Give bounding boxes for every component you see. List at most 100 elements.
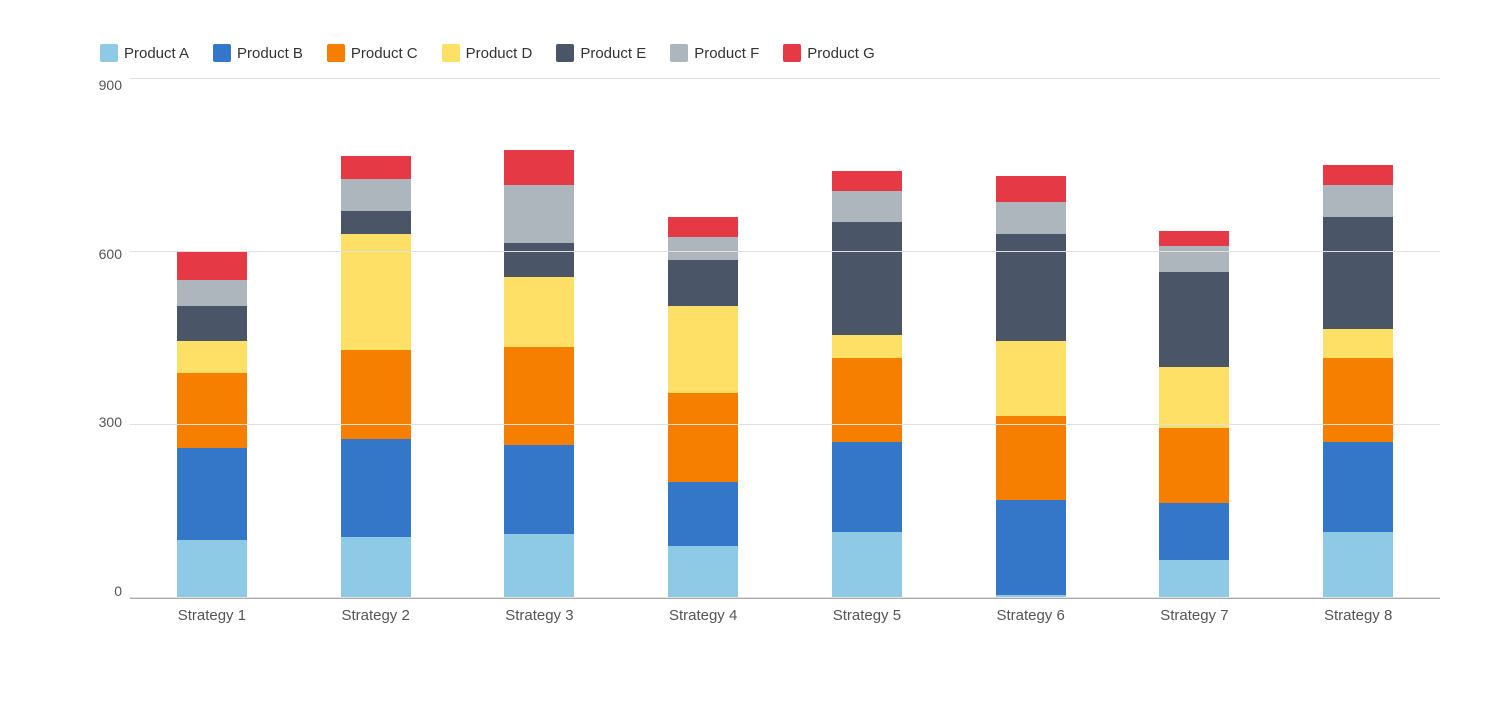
bar-segment-productG (504, 150, 574, 185)
x-labels: Strategy 1Strategy 2Strategy 3Strategy 4… (130, 607, 1440, 624)
bar-segment-productD (177, 341, 247, 373)
bar-segment-productD (668, 306, 738, 393)
bar-segment-productE (668, 260, 738, 306)
legend-label: Product C (351, 45, 418, 62)
bar-segment-productG (1323, 165, 1393, 185)
bar-segment-productE (1323, 217, 1393, 330)
legend-swatch (327, 44, 345, 62)
bar-segment-productA (504, 534, 574, 598)
bar-segment-productE (832, 222, 902, 335)
x-label-1: Strategy 1 (130, 607, 294, 624)
bar-segment-productE (341, 211, 411, 234)
y-tick: 600 (90, 247, 130, 261)
chart-container: Product A Product B Product C Product D … (20, 12, 1480, 712)
x-label-2: Strategy 2 (294, 607, 458, 624)
bar-segment-productE (1159, 272, 1229, 367)
bar-segment-productA (177, 540, 247, 598)
bar-segment-productA (832, 532, 902, 598)
legend-swatch (213, 44, 231, 62)
stacked-bar (1323, 165, 1393, 598)
bar-segment-productG (832, 171, 902, 191)
legend-swatch (442, 44, 460, 62)
bar-segment-productG (177, 251, 247, 280)
bar-segment-productD (832, 335, 902, 358)
bar-segment-productD (1159, 367, 1229, 428)
bar-segment-productD (341, 234, 411, 350)
y-axis: 0 300 600 900 (90, 78, 130, 598)
bar-segment-productF (1159, 246, 1229, 272)
legend-label: Product F (694, 45, 759, 62)
bar-segment-productB (668, 482, 738, 546)
legend: Product A Product B Product C Product D … (90, 44, 1440, 62)
bar-segment-productF (1323, 185, 1393, 217)
legend-swatch (670, 44, 688, 62)
legend-label: Product G (807, 45, 875, 62)
stacked-bar (504, 150, 574, 598)
legend-item-product-a: Product A (100, 44, 189, 62)
bar-segment-productB (504, 445, 574, 535)
x-label-8: Strategy 8 (1276, 607, 1440, 624)
bar-segment-productB (996, 500, 1066, 595)
bar-segment-productB (341, 439, 411, 537)
bar-segment-productF (504, 185, 574, 243)
legend-swatch (783, 44, 801, 62)
bar-group-8 (1276, 78, 1440, 598)
y-tick: 300 (90, 415, 130, 429)
bar-segment-productB (832, 442, 902, 532)
legend-swatch (556, 44, 574, 62)
bar-segment-productG (668, 217, 738, 237)
stacked-bar (177, 251, 247, 598)
bar-group-7 (1113, 78, 1277, 598)
legend-item-product-d: Product D (442, 44, 533, 62)
bar-segment-productA (341, 537, 411, 598)
bar-segment-productA (1323, 532, 1393, 598)
legend-item-product-g: Product G (783, 44, 875, 62)
bar-segment-productF (668, 237, 738, 260)
x-label-6: Strategy 6 (949, 607, 1113, 624)
bar-segment-productE (996, 234, 1066, 341)
bar-segment-productC (504, 347, 574, 445)
bar-group-4 (621, 78, 785, 598)
bar-group-2 (294, 78, 458, 598)
bar-segment-productD (504, 277, 574, 346)
x-label-4: Strategy 4 (621, 607, 785, 624)
bar-segment-productC (1159, 428, 1229, 503)
legend-label: Product E (580, 45, 646, 62)
bar-segment-productF (832, 191, 902, 223)
bar-segment-productA (996, 595, 1066, 598)
bar-group-1 (130, 78, 294, 598)
bar-group-3 (458, 78, 622, 598)
bar-segment-productC (341, 350, 411, 440)
y-tick: 900 (90, 78, 130, 92)
legend-item-product-c: Product C (327, 44, 418, 62)
bar-segment-productG (341, 156, 411, 179)
bar-segment-productG (996, 176, 1066, 202)
x-label-3: Strategy 3 (458, 607, 622, 624)
bar-segment-productC (832, 358, 902, 442)
bars-row (130, 78, 1440, 598)
bar-segment-productD (1323, 329, 1393, 358)
bar-segment-productB (1323, 442, 1393, 532)
x-label-7: Strategy 7 (1113, 607, 1277, 624)
bar-segment-productD (996, 341, 1066, 416)
bar-segment-productC (668, 393, 738, 483)
bar-segment-productE (177, 306, 247, 341)
bar-segment-productG (1159, 231, 1229, 245)
bar-segment-productA (668, 546, 738, 598)
bar-segment-productF (341, 179, 411, 211)
bar-segment-productC (996, 416, 1066, 500)
bar-segment-productC (1323, 358, 1393, 442)
stacked-bar (668, 217, 738, 598)
y-tick: 0 (90, 584, 130, 598)
stacked-bar (832, 170, 902, 598)
bar-segment-productF (177, 280, 247, 306)
bar-segment-productE (504, 243, 574, 278)
stacked-bar (996, 176, 1066, 598)
stacked-bar (341, 156, 411, 598)
legend-label: Product D (466, 45, 533, 62)
legend-item-product-f: Product F (670, 44, 759, 62)
bar-segment-productB (177, 448, 247, 540)
bar-segment-productA (1159, 560, 1229, 598)
stacked-bar (1159, 231, 1229, 598)
legend-label: Product B (237, 45, 303, 62)
